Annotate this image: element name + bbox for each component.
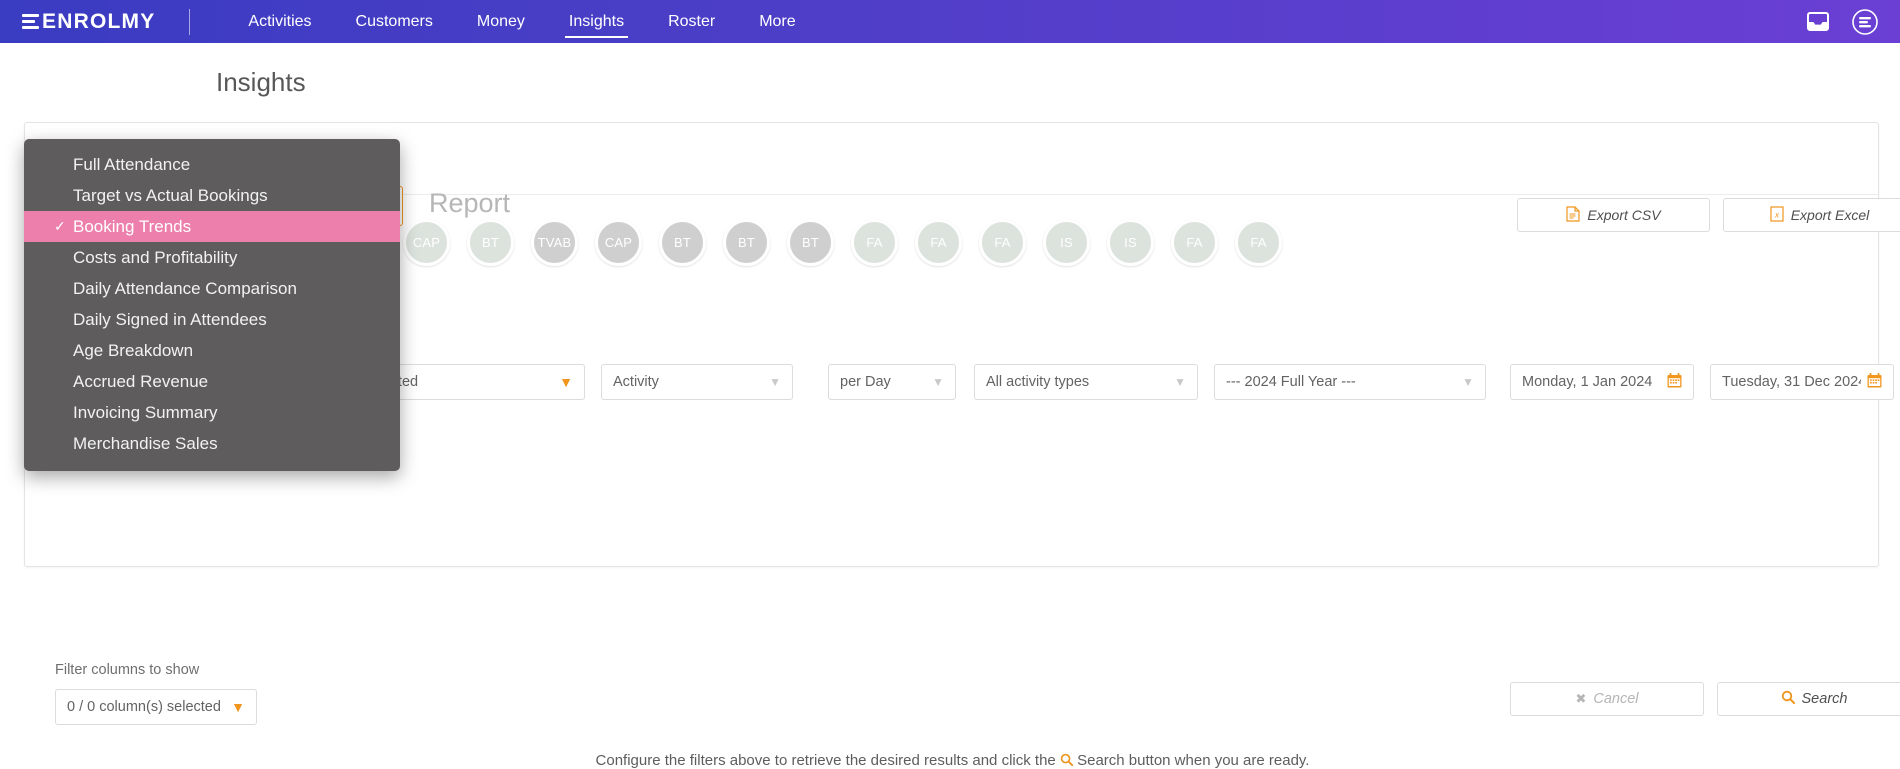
columns-select-value: 0 / 0 column(s) selected: [67, 699, 221, 715]
badge-item[interactable]: BT: [723, 219, 770, 266]
badge-item[interactable]: BT: [659, 219, 706, 266]
export-csv-label: Export CSV: [1587, 207, 1661, 223]
year-range-select[interactable]: --- 2024 Full Year --- ▼: [1214, 364, 1486, 400]
menu-item-full-attendance[interactable]: Full Attendance: [24, 149, 400, 180]
calendar-icon[interactable]: [1667, 372, 1682, 392]
menu-item-accrued-revenue[interactable]: Accrued Revenue: [24, 366, 400, 397]
menu-item-daily-attendance-comparison[interactable]: Daily Attendance Comparison: [24, 273, 400, 304]
date-from-value: Monday, 1 Jan 2024: [1522, 374, 1653, 390]
chevron-down-icon: ▼: [932, 375, 944, 389]
svg-text:x: x: [1774, 210, 1780, 219]
checkmark-icon: ✓: [54, 218, 66, 234]
csv-file-icon: [1566, 205, 1581, 225]
menu-item-label: Target vs Actual Bookings: [73, 185, 268, 205]
nav-item-insights[interactable]: Insights: [547, 0, 646, 43]
activity-types-select-value: All activity types: [986, 374, 1090, 390]
nav-items: Activities Customers Money Insights Rost…: [226, 0, 817, 43]
inbox-icon[interactable]: [1806, 11, 1830, 32]
period-select-value: per Day: [840, 374, 891, 390]
menu-item-invoicing-summary[interactable]: Invoicing Summary: [24, 397, 400, 428]
search-icon: [1781, 690, 1795, 708]
badge-item[interactable]: FA: [979, 219, 1026, 266]
export-excel-label: Export Excel: [1790, 207, 1870, 223]
search-button-label: Search: [1801, 691, 1848, 707]
menu-item-booking-trends[interactable]: ✓ Booking Trends: [24, 211, 400, 242]
badge-item[interactable]: FA: [915, 219, 962, 266]
export-excel-button[interactable]: x Export Excel: [1723, 198, 1900, 232]
date-to-value: Tuesday, 31 Dec 2024: [1722, 374, 1861, 390]
chevron-down-icon: ▼: [559, 374, 573, 390]
menu-item-label: Accrued Revenue: [73, 371, 209, 391]
menu-item-label: Costs and Profitability: [73, 247, 238, 267]
search-button[interactable]: Search: [1717, 682, 1900, 716]
brand-name: ENROLMY: [42, 9, 156, 33]
chevron-down-icon: ▼: [231, 699, 245, 715]
nav-item-roster[interactable]: Roster: [646, 0, 737, 43]
chevron-down-icon: ▼: [769, 375, 781, 389]
year-range-select-value: --- 2024 Full Year ---: [1226, 374, 1356, 390]
badge-item[interactable]: CAP: [595, 219, 642, 266]
activity-select-value: Activity: [613, 374, 659, 390]
filter-hint: Configure the filters above to retrieve …: [25, 752, 1880, 769]
nav-item-more[interactable]: More: [737, 0, 817, 43]
report-badges: CAP BT TVAB CAP BT BT BT FA FA FA IS IS …: [403, 219, 1282, 266]
nav-item-customers[interactable]: Customers: [334, 0, 455, 43]
menu-item-target-vs-actual-bookings[interactable]: Target vs Actual Bookings: [24, 180, 400, 211]
menu-item-daily-signed-in-attendees[interactable]: Daily Signed in Attendees: [24, 304, 400, 335]
menu-item-merchandise-sales[interactable]: Merchandise Sales: [24, 428, 400, 459]
report-label: Report: [429, 188, 511, 218]
menu-item-label: Daily Signed in Attendees: [73, 309, 267, 329]
badge-item[interactable]: FA: [851, 219, 898, 266]
nav-item-money[interactable]: Money: [455, 0, 547, 43]
cancel-button-label: Cancel: [1593, 691, 1639, 707]
nav-divider: [189, 8, 191, 35]
page-title: Insights: [216, 67, 306, 97]
badge-item[interactable]: FA: [1235, 219, 1282, 266]
menu-item-label: Merchandise Sales: [73, 433, 218, 453]
hamburger-menu-icon[interactable]: [1852, 8, 1878, 35]
top-navbar: ENROLMY Activities Customers Money Insig…: [0, 0, 1900, 43]
menu-item-label: Full Attendance: [73, 154, 191, 174]
menu-item-age-breakdown[interactable]: Age Breakdown: [24, 335, 400, 366]
filter-hint-before: Configure the filters above to retrieve …: [595, 752, 1056, 769]
menu-item-costs-and-profitability[interactable]: Costs and Profitability: [24, 242, 400, 273]
chevron-down-icon: ▼: [1174, 375, 1186, 389]
period-select[interactable]: per Day ▼: [828, 364, 956, 400]
badge-item[interactable]: IS: [1043, 219, 1090, 266]
menu-item-label: Daily Attendance Comparison: [73, 278, 297, 298]
badge-item[interactable]: BT: [467, 219, 514, 266]
cancel-button[interactable]: ✖ Cancel: [1510, 682, 1704, 716]
activity-select[interactable]: Activity ▼: [601, 364, 793, 400]
date-from-input[interactable]: Monday, 1 Jan 2024: [1510, 364, 1694, 400]
filter-hint-after: Search button when you are ready.: [1077, 752, 1310, 769]
date-to-input[interactable]: Tuesday, 31 Dec 2024: [1710, 364, 1894, 400]
badge-item[interactable]: TVAB: [531, 219, 578, 266]
badge-item[interactable]: FA: [1171, 219, 1218, 266]
menu-item-label: Booking Trends: [73, 216, 192, 236]
chevron-down-icon: ▼: [1462, 375, 1474, 389]
nav-item-activities[interactable]: Activities: [226, 0, 333, 43]
menu-item-label: Invoicing Summary: [73, 402, 218, 422]
close-icon: ✖: [1575, 691, 1587, 706]
logo-bars-icon: [22, 14, 39, 29]
report-type-dropdown-menu: Full Attendance Target vs Actual Booking…: [24, 139, 400, 471]
calendar-icon[interactable]: [1867, 372, 1882, 392]
nav-right-icons: [1806, 8, 1878, 35]
search-icon: [1060, 752, 1077, 769]
excel-file-icon: x: [1770, 205, 1784, 225]
export-csv-button[interactable]: Export CSV: [1517, 198, 1710, 232]
filter-columns-label: Filter columns to show: [55, 662, 200, 678]
activity-types-select[interactable]: All activity types ▼: [974, 364, 1198, 400]
menu-item-label: Age Breakdown: [73, 340, 194, 360]
columns-select[interactable]: 0 / 0 column(s) selected ▼: [55, 689, 257, 725]
page-body: Insights Report Export CSV x Export Exce…: [0, 43, 1900, 769]
badge-item[interactable]: IS: [1107, 219, 1154, 266]
brand-logo[interactable]: ENROLMY: [22, 10, 155, 34]
badge-item[interactable]: BT: [787, 219, 834, 266]
badge-item[interactable]: CAP: [403, 219, 450, 266]
